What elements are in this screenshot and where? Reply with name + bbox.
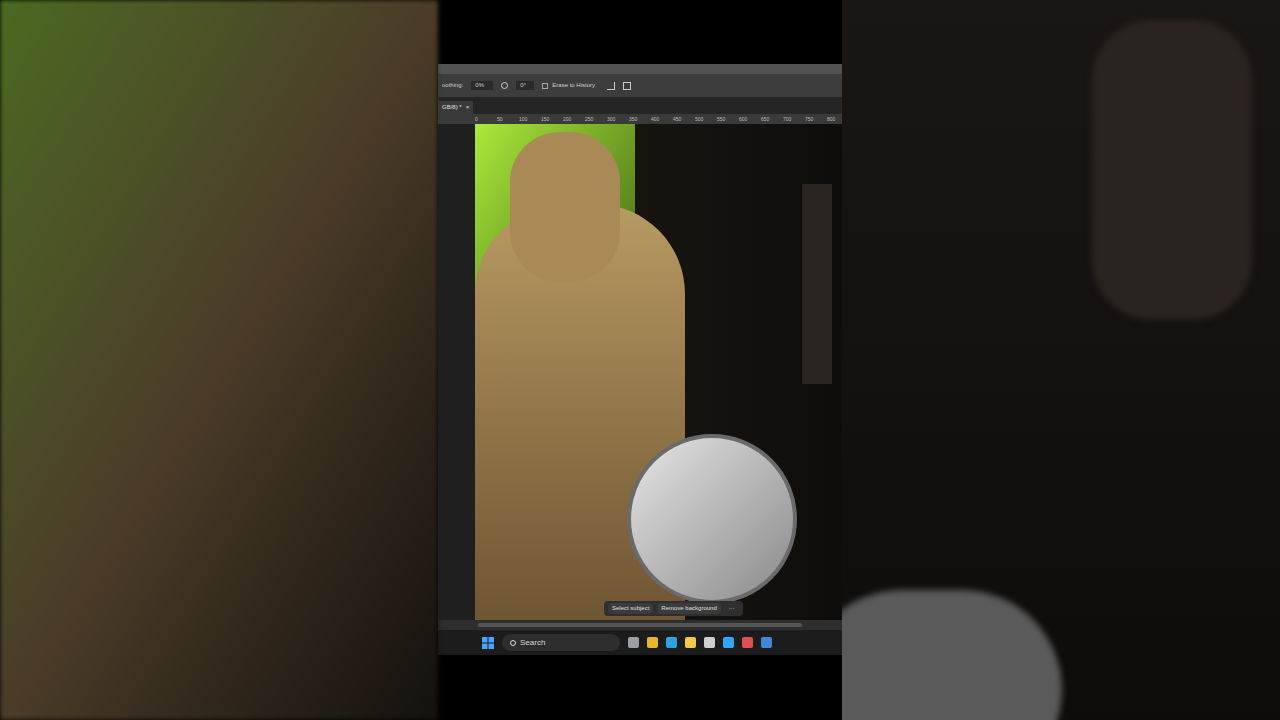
more-button[interactable]: ···: [725, 604, 739, 613]
taskbar-app-icon[interactable]: [647, 637, 658, 648]
dumbbell: [627, 434, 797, 604]
ruler-tick: 0: [475, 117, 491, 122]
ruler: 0 50 100 150 200 250 300 350 400 450 500 550 600 650 7…: [438, 114, 842, 124]
taskbar-app-icon[interactable]: [761, 637, 772, 648]
blurred-left-panel: [0, 0, 438, 720]
erase-history-checkbox[interactable]: Erase to History: [542, 81, 595, 90]
ruler-tick: 200: [563, 117, 579, 122]
ruler-tick: 400: [651, 117, 667, 122]
ruler-tick: 600: [739, 117, 755, 122]
center-frame: oothing: 0% 0° Erase to History GB/8) *×0 50 1…: [438, 0, 842, 720]
ruler-tick: 350: [629, 117, 645, 122]
ruler-tick: 300: [607, 117, 623, 122]
canvas-gutter: [438, 124, 475, 620]
search-box[interactable]: Search: [502, 634, 620, 651]
search-icon: [510, 640, 516, 646]
taskbar-app-icon[interactable]: [685, 637, 696, 648]
ruler-tick: 50: [497, 117, 513, 122]
scrollbar[interactable]: [438, 620, 842, 630]
top-black: [438, 0, 842, 64]
ruler-tick: 150: [541, 117, 557, 122]
photo: [475, 124, 842, 620]
taskbar-app-icon[interactable]: [628, 637, 639, 648]
gear-icon[interactable]: [501, 82, 508, 89]
ruler-tick: 800: [827, 117, 842, 122]
checkbox-box[interactable]: [542, 83, 548, 89]
ruler-tick: 550: [717, 117, 733, 122]
smoothing-field[interactable]: 0%: [471, 81, 493, 90]
windows-icon[interactable]: [482, 637, 494, 649]
symmetry-icon[interactable]: [623, 82, 631, 90]
ruler-tick: 100: [519, 117, 535, 122]
document-tab[interactable]: GB/8) *×: [438, 101, 473, 114]
taskbar-app-icon[interactable]: [704, 637, 715, 648]
taskbar-app-icon[interactable]: [666, 637, 677, 648]
ruler-tick: 650: [761, 117, 777, 122]
options-toolbar: oothing: 0% 0° Erase to History: [438, 64, 842, 97]
taskbar-app-icon[interactable]: [742, 637, 753, 648]
contextual-task-bar: Select subject Remove background ···: [604, 601, 743, 616]
app: oothing: 0% 0° Erase to History GB/8) *×0 50 1…: [0, 0, 1280, 720]
brush-icon[interactable]: [607, 82, 615, 90]
scroll-thumb[interactable]: [478, 623, 802, 627]
ruler-tick: 500: [695, 117, 711, 122]
task-bar-button[interactable]: Remove background: [657, 603, 720, 614]
canvas-area: Select subject Remove background ···: [438, 124, 842, 620]
angle-field[interactable]: 0°: [516, 81, 534, 90]
ruler-tick: 450: [673, 117, 689, 122]
head: [510, 132, 620, 282]
ruler-tick: 750: [805, 117, 821, 122]
blurred-plates: [1092, 20, 1252, 320]
bottom-black: [438, 655, 842, 720]
tab-close[interactable]: ×: [466, 103, 470, 112]
ruler-tick: 700: [783, 117, 799, 122]
gym-rack: [802, 184, 832, 384]
taskbar-app-icon[interactable]: [723, 637, 734, 648]
tab-strip: GB/8) *×: [438, 97, 842, 114]
taskbar: Search: [438, 630, 842, 655]
blurred-right-panel: [842, 0, 1280, 720]
task-bar-button[interactable]: Select subject: [608, 603, 653, 614]
smoothing-label: oothing:: [442, 81, 463, 90]
ruler-tick: 250: [585, 117, 601, 122]
blurred-dumbbell: [842, 590, 1062, 720]
